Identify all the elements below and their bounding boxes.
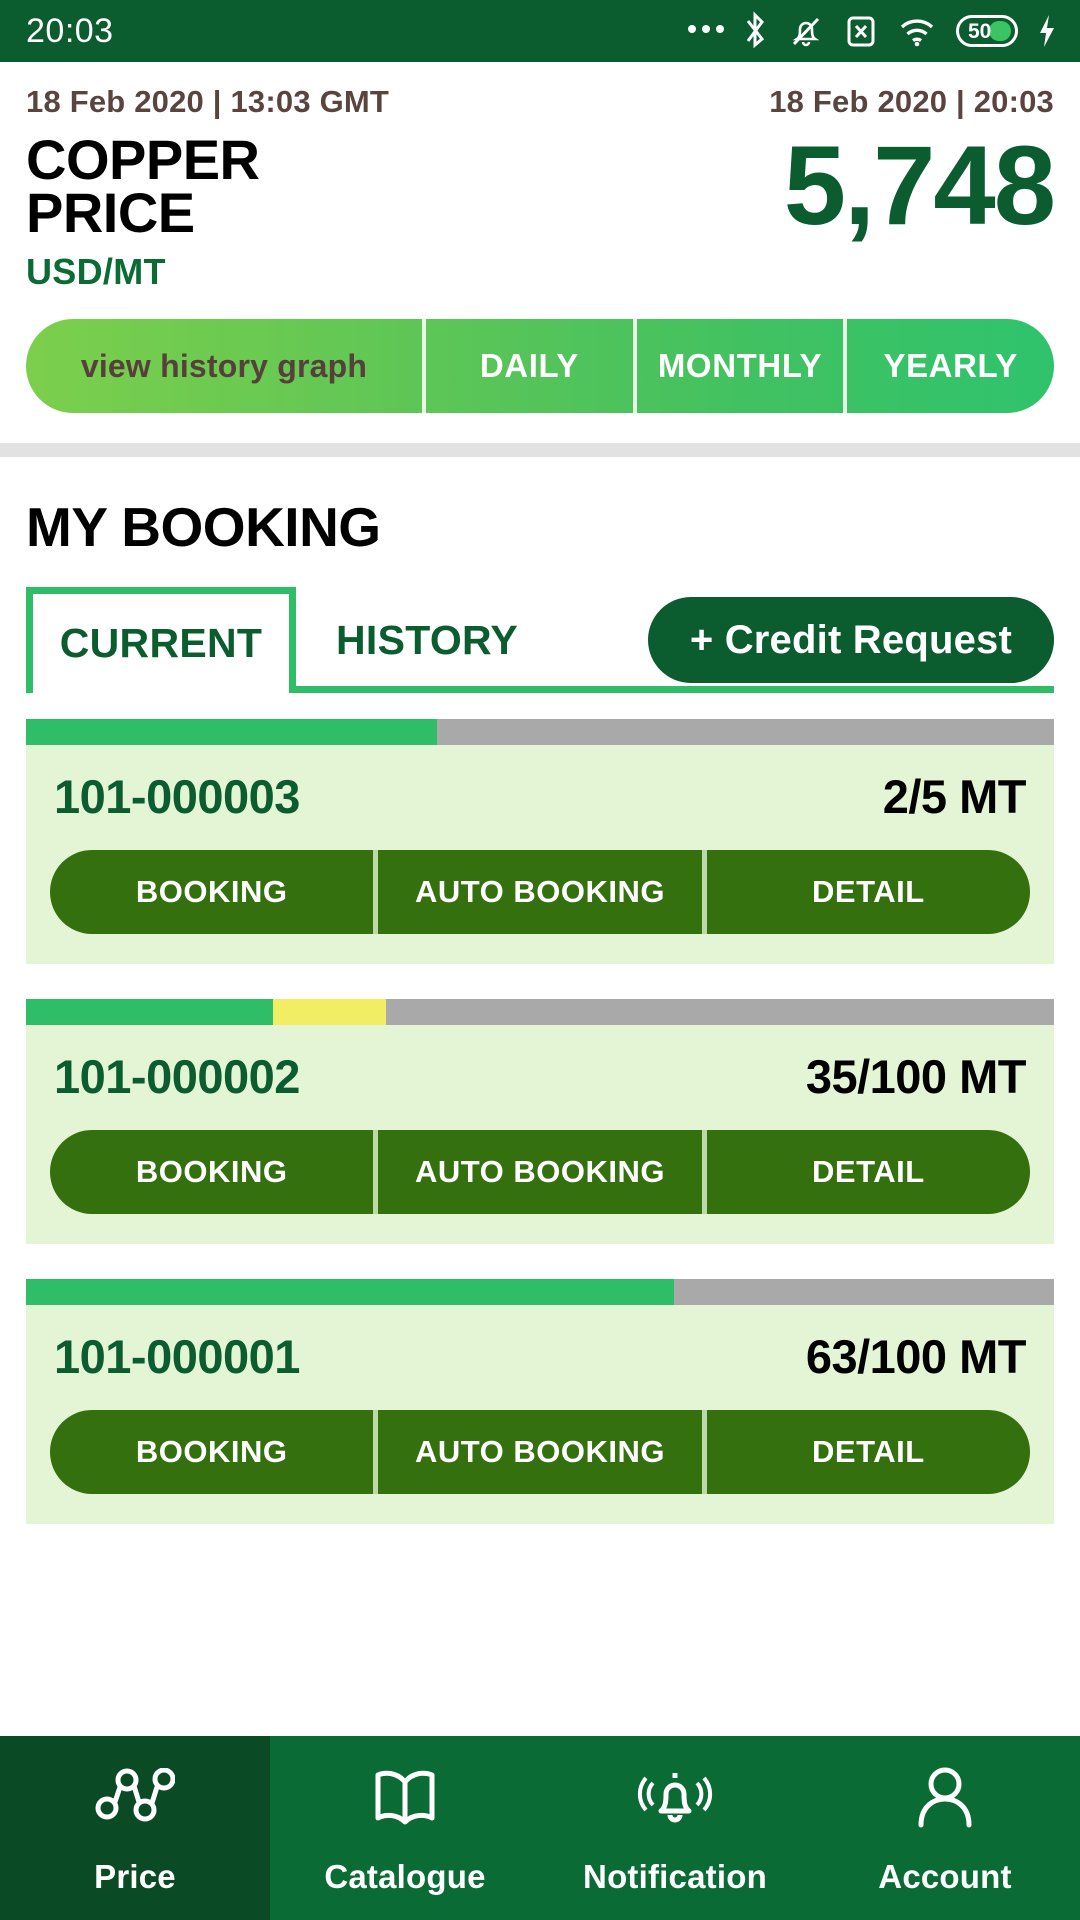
progress-green-segment xyxy=(26,1279,674,1306)
booking-card-actions: BOOKING AUTO BOOKING DETAIL xyxy=(50,1130,1030,1215)
progress-yellow-segment xyxy=(272,999,386,1026)
booking-card-header: 101-000002 35/100 MT xyxy=(50,1049,1030,1104)
booking-id: 101-000003 xyxy=(54,770,300,824)
period-yearly-button[interactable]: YEARLY xyxy=(847,319,1054,413)
view-history-graph-button[interactable]: view history graph xyxy=(26,319,426,414)
section-divider xyxy=(0,443,1080,458)
date-row: 18 Feb 2020 | 13:03 GMT 18 Feb 2020 | 20… xyxy=(26,84,1054,120)
auto-booking-button[interactable]: AUTO BOOKING xyxy=(378,850,707,935)
my-booking-section: MY BOOKING CURRENT HISTORY + Credit Requ… xyxy=(0,457,1080,1736)
booking-id: 101-000001 xyxy=(54,1330,300,1384)
booking-card[interactable]: 101-000002 35/100 MT BOOKING AUTO BOOKIN… xyxy=(26,999,1054,1245)
booking-button[interactable]: BOOKING xyxy=(50,1130,379,1215)
nav-item-account[interactable]: Account xyxy=(810,1736,1080,1920)
nav-item-price[interactable]: Price xyxy=(0,1736,270,1920)
booking-button[interactable]: BOOKING xyxy=(50,850,379,935)
open-book-icon xyxy=(369,1760,441,1836)
sim-x-icon xyxy=(844,11,878,51)
bottom-navigation: Price Catalogue Notification Account xyxy=(0,1736,1080,1920)
price-main-row: COPPER PRICE USD/MT 5,748 xyxy=(26,123,1056,293)
progress-bar xyxy=(26,719,1054,746)
nav-label-catalogue: Catalogue xyxy=(324,1858,486,1895)
bell-icon xyxy=(633,1760,717,1836)
status-bar: 20:03 50 xyxy=(0,0,1080,62)
person-icon xyxy=(911,1760,979,1836)
booking-card-body: 101-000003 2/5 MT BOOKING AUTO BOOKING D… xyxy=(26,745,1054,964)
booking-card-body: 101-000001 63/100 MT BOOKING AUTO BOOKIN… xyxy=(26,1305,1054,1524)
credit-request-button[interactable]: + Credit Request xyxy=(647,597,1054,684)
wifi-icon xyxy=(896,11,938,51)
commodity-block: COPPER PRICE USD/MT xyxy=(26,130,260,293)
progress-bar xyxy=(26,1279,1054,1306)
date-local: 18 Feb 2020 | 20:03 xyxy=(769,84,1054,119)
battery-percent-label: 50 xyxy=(968,19,992,43)
price-value: 5,748 xyxy=(783,123,1056,248)
battery-icon: 50 xyxy=(956,15,1018,47)
detail-button[interactable]: DETAIL xyxy=(706,1410,1030,1495)
booking-card-actions: BOOKING AUTO BOOKING DETAIL xyxy=(50,1410,1030,1495)
tab-current[interactable]: CURRENT xyxy=(26,587,296,694)
period-daily-button[interactable]: DAILY xyxy=(426,319,637,414)
more-dots-icon xyxy=(688,25,724,37)
booking-card-header: 101-000003 2/5 MT xyxy=(50,769,1030,824)
booking-card-list: 101-000003 2/5 MT BOOKING AUTO BOOKING D… xyxy=(0,719,1080,1525)
booking-card[interactable]: 101-000003 2/5 MT BOOKING AUTO BOOKING D… xyxy=(26,719,1054,965)
nav-label-notification: Notification xyxy=(583,1858,767,1895)
booking-quantity: 35/100 MT xyxy=(805,1050,1027,1104)
status-clock: 20:03 xyxy=(26,11,114,50)
progress-bar xyxy=(26,999,1054,1026)
auto-booking-button[interactable]: AUTO BOOKING xyxy=(378,1410,707,1495)
period-selector[interactable]: view history graph DAILY MONTHLY YEARLY xyxy=(26,319,1054,414)
progress-green-segment xyxy=(26,719,438,746)
line-chart-icon xyxy=(95,1760,175,1836)
nav-label-price: Price xyxy=(94,1858,176,1895)
status-icon-tray: 50 xyxy=(688,11,1058,51)
page-title: MY BOOKING xyxy=(26,496,381,559)
detail-button[interactable]: DETAIL xyxy=(706,850,1030,935)
price-panel: 18 Feb 2020 | 13:03 GMT 18 Feb 2020 | 20… xyxy=(0,62,1080,444)
booking-card-actions: BOOKING AUTO BOOKING DETAIL xyxy=(50,850,1030,935)
mute-bell-icon xyxy=(786,11,826,51)
price-unit-label: USD/MT xyxy=(26,251,166,293)
period-monthly-button[interactable]: MONTHLY xyxy=(637,319,848,414)
nav-item-notification[interactable]: Notification xyxy=(540,1736,810,1920)
auto-booking-button[interactable]: AUTO BOOKING xyxy=(378,1130,707,1215)
app-screen: 20:03 50 18 Feb 2020 | 13:03 GMT 18 Feb … xyxy=(0,0,1080,1920)
booking-card-header: 101-000001 63/100 MT xyxy=(50,1329,1030,1384)
booking-tabs-wrapper: CURRENT HISTORY + Credit Request xyxy=(0,587,1080,694)
booking-quantity: 2/5 MT xyxy=(882,770,1027,824)
date-gmt: 18 Feb 2020 | 13:03 GMT xyxy=(26,84,390,119)
nav-label-account: Account xyxy=(878,1858,1012,1895)
booking-card-body: 101-000002 35/100 MT BOOKING AUTO BOOKIN… xyxy=(26,1025,1054,1244)
bluetooth-icon xyxy=(742,11,768,51)
booking-button[interactable]: BOOKING xyxy=(50,1410,379,1495)
tab-history[interactable]: HISTORY xyxy=(296,587,558,693)
booking-card[interactable]: 101-000001 63/100 MT BOOKING AUTO BOOKIN… xyxy=(26,1279,1054,1525)
detail-button[interactable]: DETAIL xyxy=(706,1130,1030,1215)
booking-id: 101-000002 xyxy=(54,1050,300,1104)
commodity-name-line1: COPPER xyxy=(26,128,260,191)
commodity-name-line2: PRICE xyxy=(26,180,195,244)
charging-bolt-icon xyxy=(1036,11,1058,51)
progress-green-segment xyxy=(26,999,273,1026)
booking-quantity: 63/100 MT xyxy=(805,1330,1027,1384)
nav-item-catalogue[interactable]: Catalogue xyxy=(270,1736,540,1920)
